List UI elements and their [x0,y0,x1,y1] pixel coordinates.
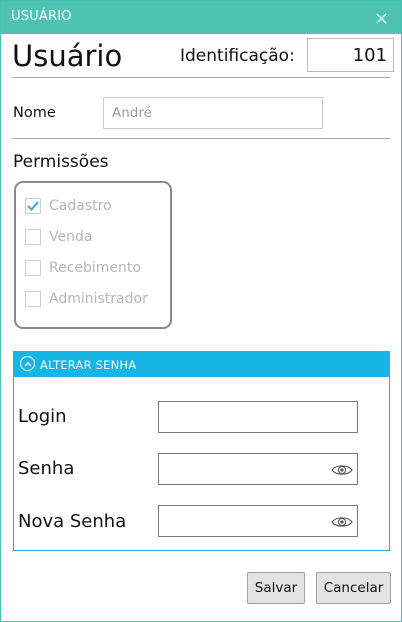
login-input[interactable] [158,401,358,433]
checkbox[interactable] [25,260,41,276]
expander-header[interactable]: ALTERAR SENHA [14,352,389,377]
title-bar: USUÁRIO [1,1,401,34]
permission-administrador[interactable]: Administrador [25,289,148,309]
permission-label: Recebimento [49,260,141,276]
id-field[interactable]: 101 [307,38,394,72]
cancel-button[interactable]: Cancelar [316,572,391,604]
page-title: Usuário [12,39,123,73]
permission-label: Administrador [49,291,148,307]
name-input[interactable]: André [103,97,323,129]
divider [12,138,390,139]
name-label: Nome [13,105,56,121]
password-label: Senha [18,458,75,479]
eye-icon[interactable] [331,514,353,528]
new-password-label: Nova Senha [18,511,127,532]
chevron-up-icon[interactable] [20,356,35,371]
permissions-title: Permissões [13,152,109,172]
password-input[interactable] [158,453,358,485]
id-label: Identificação: [180,46,295,66]
expander-label: ALTERAR SENHA [40,358,137,372]
save-button[interactable]: Salvar [247,572,305,604]
eye-icon[interactable] [331,462,353,476]
checkbox[interactable] [25,229,41,245]
login-label: Login [18,406,67,427]
window-title: USUÁRIO [11,9,72,24]
new-password-input[interactable] [158,505,358,537]
checkbox[interactable] [25,291,41,307]
permission-cadastro[interactable]: Cadastro [25,196,112,216]
checkbox-checked[interactable] [25,198,41,214]
user-dialog-window: USUÁRIO Usuário Identificação: 101 Nome … [0,0,402,622]
permission-label: Cadastro [49,198,112,214]
permission-venda[interactable]: Venda [25,227,92,247]
permission-recebimento[interactable]: Recebimento [25,258,141,278]
close-icon[interactable] [369,6,393,30]
divider [12,77,390,78]
permission-label: Venda [49,229,93,245]
